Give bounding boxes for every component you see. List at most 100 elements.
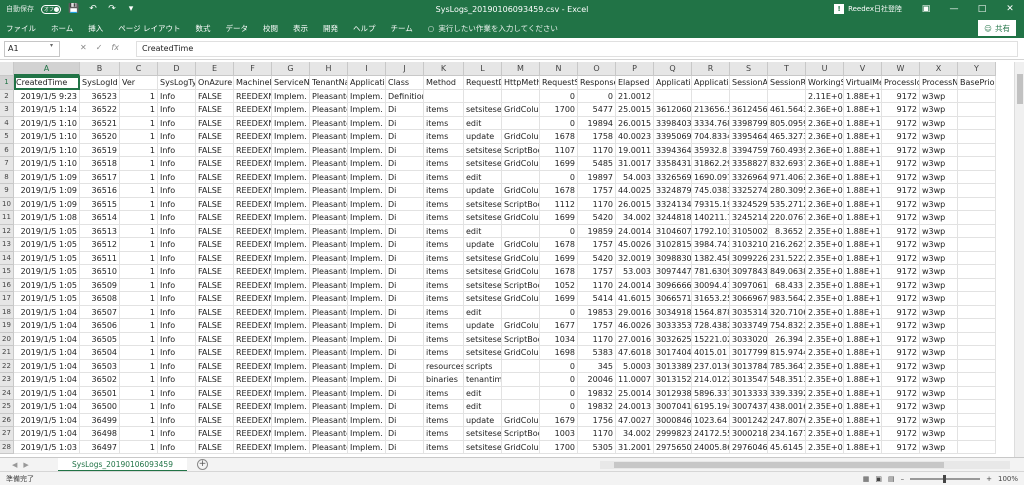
table-cell[interactable] xyxy=(958,197,996,211)
table-cell[interactable]: Info xyxy=(158,251,196,265)
table-cell[interactable]: 36506 xyxy=(80,319,120,333)
table-cell[interactable]: 1.88E+10 xyxy=(844,103,882,117)
table-cell[interactable]: REEDEXN xyxy=(234,346,272,360)
table-cell[interactable]: REEDEXN xyxy=(234,413,272,427)
column-header[interactable]: J xyxy=(386,62,424,76)
table-cell[interactable]: 5305 xyxy=(578,440,616,454)
table-cell[interactable]: Implem. xyxy=(348,332,386,346)
table-cell[interactable]: 9172 xyxy=(882,184,920,198)
table-cell[interactable]: Implem. xyxy=(348,251,386,265)
table-cell[interactable]: 5896.337 xyxy=(692,386,730,400)
table-cell[interactable]: REEDEXN xyxy=(234,89,272,103)
table-cell[interactable] xyxy=(958,184,996,198)
table-cell[interactable]: Di xyxy=(386,373,424,387)
table-cell[interactable]: 3033353 xyxy=(654,319,692,333)
table-cell[interactable]: Info xyxy=(158,89,196,103)
table-cell[interactable]: 36523 xyxy=(80,89,120,103)
table-cell[interactable]: GridColumns=%5b% xyxy=(502,413,540,427)
table-cell[interactable]: Pleasanter xyxy=(310,373,348,387)
table-cell[interactable]: REEDEXN xyxy=(234,427,272,441)
table-cell[interactable]: Implem. xyxy=(348,130,386,144)
table-cell[interactable]: w3wp xyxy=(920,103,958,117)
table-cell[interactable]: 9172 xyxy=(882,265,920,279)
table-cell[interactable]: 3324529 xyxy=(730,197,768,211)
table-cell[interactable]: 3013784 xyxy=(730,359,768,373)
table-cell[interactable]: REEDEXN xyxy=(234,305,272,319)
row-header[interactable]: 28 xyxy=(0,440,14,454)
table-cell[interactable]: 9172 xyxy=(882,224,920,238)
table-cell[interactable]: 2.35E+08 xyxy=(806,400,844,414)
header-cell[interactable]: Method xyxy=(424,76,464,90)
table-cell[interactable]: Implem. xyxy=(348,359,386,373)
table-cell[interactable]: 1.88E+10 xyxy=(844,170,882,184)
table-cell[interactable]: items xyxy=(424,251,464,265)
table-cell[interactable]: 31.0017 xyxy=(616,157,654,171)
table-cell[interactable]: 2019/1/5 1:05 xyxy=(14,292,80,306)
table-cell[interactable]: Info xyxy=(158,130,196,144)
table-cell[interactable]: 5420 xyxy=(578,251,616,265)
table-cell[interactable]: 1757 xyxy=(578,238,616,252)
table-cell[interactable]: Pleasanter xyxy=(310,440,348,454)
table-cell[interactable]: Implem. xyxy=(348,400,386,414)
table-cell[interactable]: 1679 xyxy=(540,413,578,427)
table-cell[interactable]: 2999823 xyxy=(654,427,692,441)
column-header[interactable]: Y xyxy=(958,62,996,76)
table-cell[interactable]: 2.35E+08 xyxy=(806,386,844,400)
save-icon[interactable]: 💾 xyxy=(68,4,80,14)
table-cell[interactable]: 3032625 xyxy=(654,332,692,346)
table-cell[interactable]: 0 xyxy=(540,373,578,387)
table-cell[interactable]: items xyxy=(424,238,464,252)
table-cell[interactable]: FALSE xyxy=(196,319,234,333)
table-cell[interactable]: Pleasanter xyxy=(310,143,348,157)
header-cell[interactable]: SysLogId xyxy=(80,76,120,90)
table-cell[interactable]: Pleasanter xyxy=(310,170,348,184)
table-cell[interactable]: REEDEXN xyxy=(234,157,272,171)
table-cell[interactable]: GridColumns=%5b% xyxy=(502,211,540,225)
autosave-toggle[interactable]: オフ xyxy=(41,4,61,14)
table-cell[interactable]: edit xyxy=(464,224,502,238)
table-cell[interactable]: 26.0015 xyxy=(616,197,654,211)
table-cell[interactable]: 2019/1/5 1:04 xyxy=(14,305,80,319)
table-cell[interactable]: items xyxy=(424,319,464,333)
table-cell[interactable]: Implem. xyxy=(348,440,386,454)
table-cell[interactable]: 1.88E+10 xyxy=(844,130,882,144)
table-cell[interactable]: Implem. xyxy=(272,292,310,306)
table-cell[interactable] xyxy=(502,224,540,238)
table-cell[interactable]: 3334.768 xyxy=(692,116,730,130)
table-cell[interactable]: 849.0638 xyxy=(768,265,806,279)
table-cell[interactable]: REEDEXN xyxy=(234,238,272,252)
table-cell[interactable]: 214.0122 xyxy=(692,373,730,387)
table-cell[interactable]: 339.3392 xyxy=(768,386,806,400)
table-cell[interactable]: 2019/1/5 1:04 xyxy=(14,413,80,427)
table-cell[interactable]: Di xyxy=(386,319,424,333)
redo-icon[interactable]: ↷ xyxy=(106,4,118,14)
table-cell[interactable]: 2019/1/5 1:05 xyxy=(14,251,80,265)
zoom-out-icon[interactable]: – xyxy=(901,475,905,483)
table-cell[interactable]: 1699 xyxy=(540,157,578,171)
table-cell[interactable]: 9172 xyxy=(882,400,920,414)
table-cell[interactable]: Di xyxy=(386,346,424,360)
table-cell[interactable]: Di xyxy=(386,386,424,400)
table-cell[interactable]: 3096666 xyxy=(654,278,692,292)
table-cell[interactable]: 1690.097 xyxy=(692,170,730,184)
table-cell[interactable]: w3wp xyxy=(920,346,958,360)
table-cell[interactable]: 3612060 xyxy=(654,103,692,117)
tell-me-search[interactable]: ○ 実行したい作業を入力してください xyxy=(428,23,558,34)
table-cell[interactable]: edit xyxy=(464,400,502,414)
table-cell[interactable]: 1678 xyxy=(540,238,578,252)
table-cell[interactable]: 1 xyxy=(120,440,158,454)
table-cell[interactable]: 2019/1/5 1:04 xyxy=(14,427,80,441)
table-cell[interactable]: w3wp xyxy=(920,332,958,346)
table-cell[interactable]: Info xyxy=(158,184,196,198)
table-cell[interactable]: 3013152 xyxy=(654,373,692,387)
table-cell[interactable]: Implem. xyxy=(272,89,310,103)
table-cell[interactable]: 54.003 xyxy=(616,170,654,184)
table-cell[interactable]: setsiteset xyxy=(464,103,502,117)
table-cell[interactable]: 1757 xyxy=(578,319,616,333)
table-cell[interactable]: Pleasanter xyxy=(310,292,348,306)
table-cell[interactable]: Pleasanter xyxy=(310,184,348,198)
table-cell[interactable] xyxy=(958,319,996,333)
table-cell[interactable] xyxy=(958,130,996,144)
table-cell[interactable]: 0 xyxy=(540,386,578,400)
table-cell[interactable]: GridColumns=%5b% xyxy=(502,157,540,171)
